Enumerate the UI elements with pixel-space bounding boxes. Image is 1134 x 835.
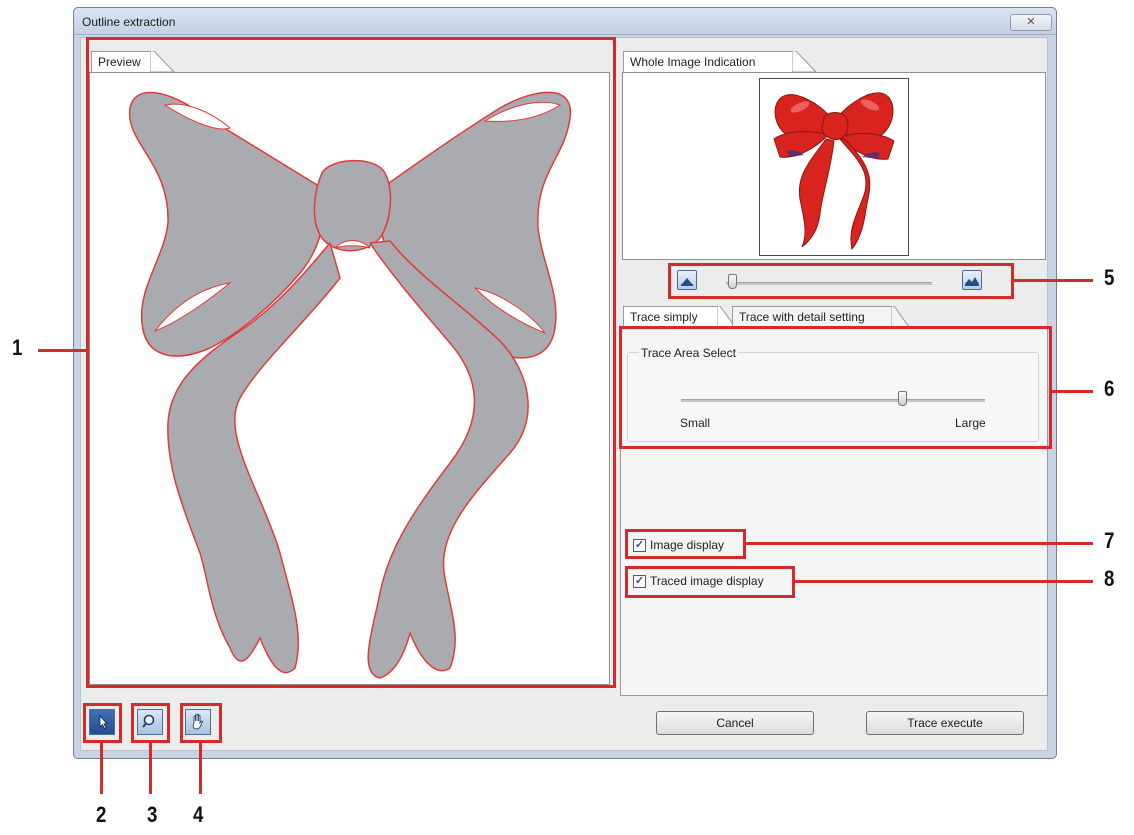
callout-8-number: 8 bbox=[1104, 566, 1115, 591]
callout-2-number: 2 bbox=[96, 802, 107, 827]
callout-2-leader bbox=[100, 742, 103, 794]
callout-6-number: 6 bbox=[1104, 376, 1115, 401]
callout-4-number: 4 bbox=[193, 802, 204, 827]
tab-trace-detail-label: Trace with detail setting bbox=[739, 310, 865, 324]
callout-5-number: 5 bbox=[1104, 265, 1115, 290]
tab-trace-simply-label: Trace simply bbox=[630, 310, 698, 324]
cancel-button[interactable]: Cancel bbox=[656, 711, 814, 735]
callout-5-highlight bbox=[668, 263, 1014, 299]
tab-trace-simply[interactable]: Trace simply bbox=[623, 306, 718, 327]
callout-8-highlight bbox=[625, 566, 795, 598]
whole-image-thumbnail bbox=[759, 78, 909, 256]
callout-7-number: 7 bbox=[1104, 528, 1115, 553]
callout-1-highlight bbox=[86, 37, 616, 688]
tab-trace-detail-slant bbox=[891, 306, 910, 328]
tab-whole-image-indication[interactable]: Whole Image Indication bbox=[623, 51, 793, 72]
callout-2-highlight bbox=[83, 703, 122, 743]
callout-5-leader bbox=[1013, 279, 1093, 282]
window-title: Outline extraction bbox=[82, 15, 176, 29]
tab-whole-image-slant bbox=[792, 51, 818, 73]
callout-3-highlight bbox=[131, 703, 170, 743]
callout-4-highlight bbox=[180, 703, 222, 743]
tab-trace-detail[interactable]: Trace with detail setting bbox=[732, 306, 892, 327]
callout-7-leader bbox=[745, 542, 1093, 545]
callout-8-leader bbox=[794, 580, 1093, 583]
tab-whole-image-label: Whole Image Indication bbox=[630, 55, 756, 69]
title-bar[interactable]: Outline extraction ✕ bbox=[74, 8, 1056, 35]
close-button[interactable]: ✕ bbox=[1010, 14, 1052, 31]
callout-6-highlight bbox=[619, 326, 1052, 449]
callout-1-leader bbox=[38, 349, 88, 352]
close-icon: ✕ bbox=[1026, 16, 1036, 28]
callout-3-number: 3 bbox=[147, 802, 158, 827]
red-ribbon-image bbox=[773, 92, 895, 251]
callout-1-number: 1 bbox=[12, 335, 23, 360]
callout-7-highlight bbox=[625, 529, 746, 559]
trace-execute-button[interactable]: Trace execute bbox=[866, 711, 1024, 735]
callout-3-leader bbox=[149, 742, 152, 794]
callout-4-leader bbox=[199, 742, 202, 794]
callout-6-leader bbox=[1051, 390, 1093, 393]
